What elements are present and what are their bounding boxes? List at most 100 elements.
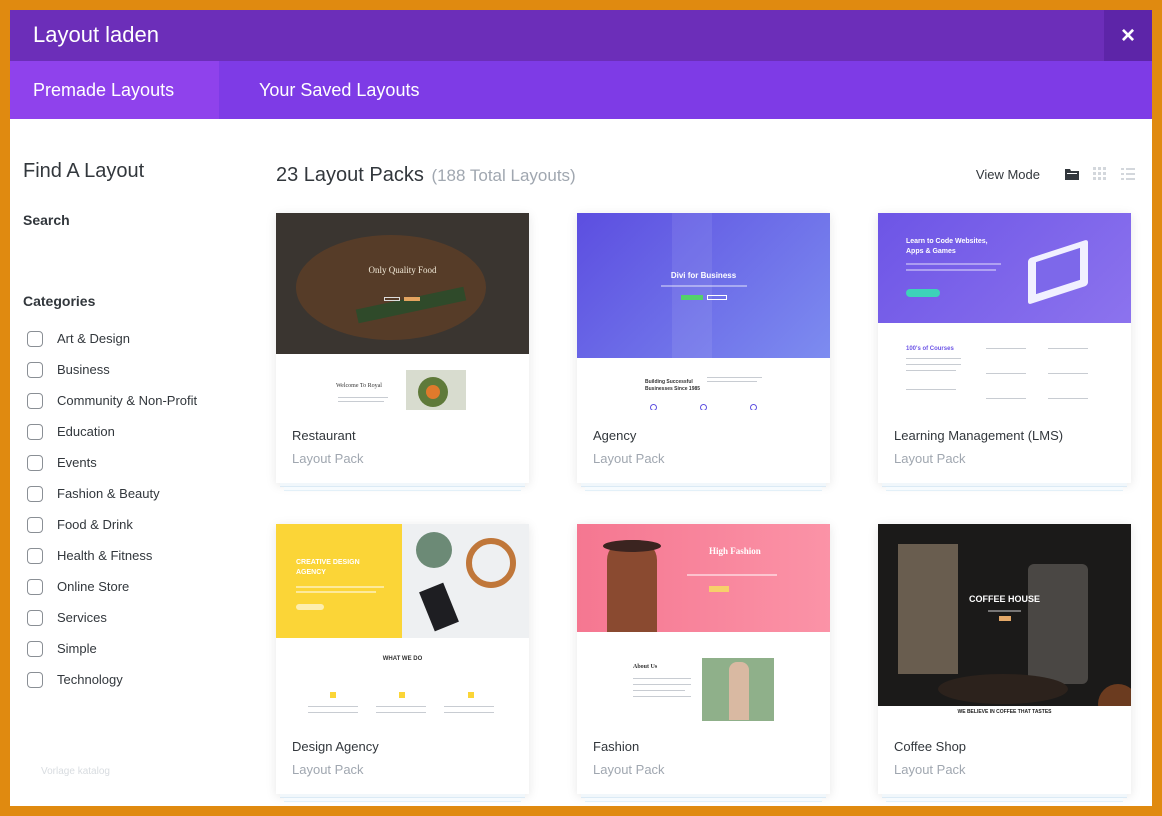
card-name: Fashion	[593, 739, 640, 754]
card-stack-shadow	[581, 794, 826, 798]
thumb-headline: CREATIVE DESIGN AGENCY	[296, 559, 360, 576]
content-header: 23 Layout Packs (188 Total Layouts) View…	[276, 162, 1136, 192]
card-name: Learning Management (LMS)	[894, 428, 1064, 443]
category-checkbox[interactable]	[27, 392, 43, 409]
category-item[interactable]: Services	[27, 602, 197, 633]
category-checkbox[interactable]	[27, 485, 43, 502]
category-item[interactable]: Fashion & Beauty	[27, 478, 197, 509]
category-checkbox[interactable]	[27, 640, 43, 657]
modal-titlebar: Layout laden ×	[10, 10, 1152, 61]
view-mode: View Mode	[976, 166, 1136, 182]
category-item[interactable]: Community & Non-Profit	[27, 385, 197, 416]
card-stack-shadow	[280, 794, 525, 798]
search-input[interactable]	[23, 235, 213, 265]
categories-label: Categories	[23, 293, 96, 309]
category-item[interactable]: Art & Design	[27, 323, 197, 354]
thumb-section: Welcome To Royal	[336, 383, 382, 389]
category-label: Services	[57, 610, 107, 625]
packs-title: 23 Layout Packs (188 Total Layouts)	[276, 164, 576, 187]
card-thumbnail: Only Quality Food Welcome To Royal	[276, 213, 529, 410]
category-checkbox[interactable]	[27, 423, 43, 440]
card-name: Agency	[593, 428, 637, 443]
thumb-section: WHAT WE DO	[382, 656, 423, 662]
thumb-section: WE BELIEVE IN COFFEE THAT TASTES	[957, 709, 1052, 715]
category-item[interactable]: Health & Fitness	[27, 540, 197, 571]
category-label: Health & Fitness	[57, 548, 153, 563]
tab-saved-layouts[interactable]: Your Saved Layouts	[236, 61, 442, 119]
category-checkbox[interactable]	[27, 578, 43, 595]
category-item[interactable]: Business	[27, 354, 197, 385]
thumb-headline: Divi for Business	[670, 271, 737, 280]
card-thumbnail: Learn to Code Websites, Apps & Games 100…	[878, 213, 1131, 410]
layout-card-design-agency[interactable]: CREATIVE DESIGN AGENCY WHAT WE DO Design…	[276, 524, 529, 802]
close-button[interactable]: ×	[1104, 10, 1152, 61]
card-stack-shadow	[581, 483, 826, 487]
category-item[interactable]: Education	[27, 416, 197, 447]
thumb-headline: Learn to Code Websites, Apps & Games	[906, 238, 988, 255]
search-label: Search	[23, 212, 70, 228]
card-thumbnail: COFFEE HOUSE WE BELIEVE IN COFFEE THAT T…	[878, 524, 1131, 721]
category-item[interactable]: Simple	[27, 633, 197, 664]
category-checkbox[interactable]	[27, 609, 43, 626]
category-checkbox[interactable]	[27, 361, 43, 378]
category-checkbox[interactable]	[27, 671, 43, 688]
card-subtitle: Layout Pack	[292, 451, 364, 466]
category-item[interactable]: Food & Drink	[27, 509, 197, 540]
close-icon: ×	[1120, 21, 1135, 49]
category-list: Art & Design Business Community & Non-Pr…	[27, 323, 197, 695]
modal-title: Layout laden	[33, 22, 159, 47]
list-view-icon[interactable]	[1120, 166, 1136, 182]
card-subtitle: Layout Pack	[894, 762, 966, 777]
thumb-section: Building Successful Businesses Since 198…	[645, 379, 701, 392]
card-subtitle: Layout Pack	[593, 451, 665, 466]
card-stack-shadow	[886, 798, 1123, 802]
total-layouts: (188 Total Layouts)	[431, 166, 576, 185]
thumb-headline: High Fashion	[709, 546, 761, 556]
category-checkbox[interactable]	[27, 454, 43, 471]
card-name: Design Agency	[292, 739, 379, 754]
card-stack-shadow	[882, 794, 1127, 798]
card-stack-shadow	[585, 487, 822, 491]
packs-count: 23 Layout Packs	[276, 164, 424, 186]
category-checkbox[interactable]	[27, 516, 43, 533]
category-checkbox[interactable]	[27, 547, 43, 564]
card-subtitle: Layout Pack	[292, 762, 364, 777]
category-checkbox[interactable]	[27, 330, 43, 347]
view-mode-label: View Mode	[975, 166, 1040, 182]
category-item[interactable]: Online Store	[27, 571, 197, 602]
filter-sidebar: Find A Layout Search Categories Art & De…	[23, 160, 243, 688]
card-stack-shadow	[585, 798, 822, 802]
category-item[interactable]: Events	[27, 447, 197, 478]
thumb-section: 100's of Courses	[906, 346, 954, 352]
card-stack-shadow	[882, 483, 1127, 487]
folder-view-icon[interactable]	[1064, 166, 1080, 182]
layout-card-fashion[interactable]: High Fashion About Us Fashion Layout Pac…	[577, 524, 830, 802]
card-thumbnail: High Fashion About Us	[577, 524, 830, 721]
category-label: Events	[57, 455, 97, 470]
thumb-section: About Us	[633, 664, 658, 670]
layout-modal: Layout laden × Premade Layouts Your Save…	[10, 10, 1152, 806]
category-label: Simple	[57, 641, 97, 656]
layout-card-restaurant[interactable]: Only Quality Food Welcome To Royal Resta…	[276, 213, 529, 491]
card-stack-shadow	[280, 483, 525, 487]
card-thumbnail: Divi for Business Building Successful Bu…	[577, 213, 830, 410]
card-subtitle: Layout Pack	[593, 762, 665, 777]
card-stack-shadow	[886, 487, 1123, 491]
card-stack-shadow	[284, 798, 521, 802]
category-label: Fashion & Beauty	[57, 486, 160, 501]
category-label: Online Store	[57, 579, 130, 594]
sidebar-heading: Find A Layout	[23, 160, 145, 182]
grid-view-icon[interactable]	[1092, 166, 1108, 182]
category-label: Business	[57, 362, 110, 377]
tab-premade-layouts[interactable]: Premade Layouts	[10, 61, 219, 119]
layout-card-agency[interactable]: Divi for Business Building Successful Bu…	[577, 213, 830, 491]
card-stack-shadow	[284, 487, 521, 491]
thumb-headline: Only Quality Food	[368, 265, 437, 275]
thumb-headline: COFFEE HOUSE	[968, 594, 1040, 604]
category-label: Education	[57, 424, 115, 439]
card-subtitle: Layout Pack	[894, 451, 966, 466]
layout-card-coffee-shop[interactable]: COFFEE HOUSE WE BELIEVE IN COFFEE THAT T…	[878, 524, 1131, 802]
category-item[interactable]: Technology	[27, 664, 197, 695]
layout-card-lms[interactable]: Learn to Code Websites, Apps & Games 100…	[878, 213, 1131, 491]
category-label: Community & Non-Profit	[57, 393, 198, 408]
